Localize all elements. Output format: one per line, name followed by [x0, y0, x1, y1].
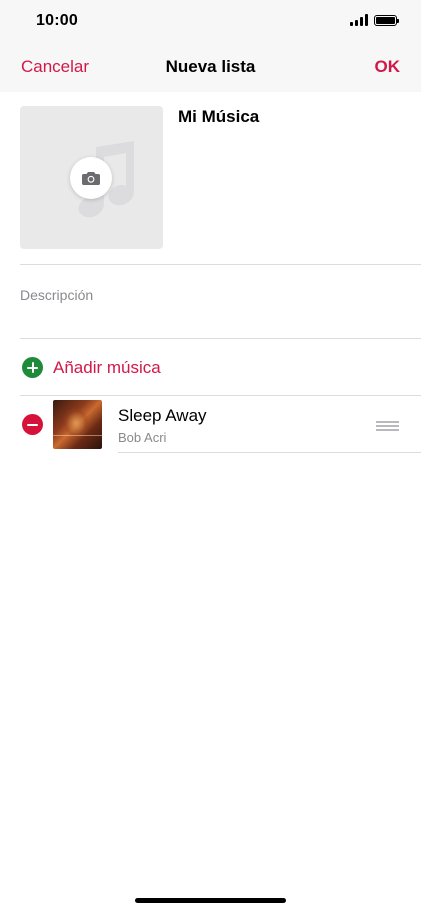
minus-circle-icon[interactable] [22, 414, 43, 435]
plus-circle-icon [22, 357, 43, 378]
status-bar: 10:00 [0, 0, 421, 44]
track-artwork [53, 400, 102, 449]
navigation-bar: Cancelar Nueva lista OK [0, 44, 421, 92]
track-artist: Bob Acri [118, 430, 167, 445]
divider [20, 395, 421, 396]
battery-icon [374, 14, 399, 26]
camera-button[interactable] [70, 157, 112, 199]
playlist-name-field[interactable]: Mi Música [178, 107, 259, 127]
divider [118, 452, 421, 453]
page-title: Nueva lista [165, 57, 256, 76]
divider [20, 338, 421, 339]
ok-button[interactable]: OK [375, 57, 401, 77]
drag-handle-icon[interactable] [376, 421, 399, 431]
cellular-signal-icon [350, 14, 368, 26]
add-music-label: Añadir música [53, 357, 161, 377]
track-row[interactable]: Sleep Away Bob Acri [0, 397, 421, 453]
status-icons [350, 14, 399, 26]
description-field[interactable]: Descripción [20, 287, 93, 303]
home-indicator[interactable] [135, 898, 286, 903]
track-title: Sleep Away [118, 406, 207, 425]
playlist-artwork[interactable] [20, 106, 163, 249]
status-time: 10:00 [36, 12, 78, 29]
add-music-button[interactable]: Añadir música [22, 357, 161, 378]
camera-icon [82, 172, 100, 185]
divider [20, 264, 421, 265]
